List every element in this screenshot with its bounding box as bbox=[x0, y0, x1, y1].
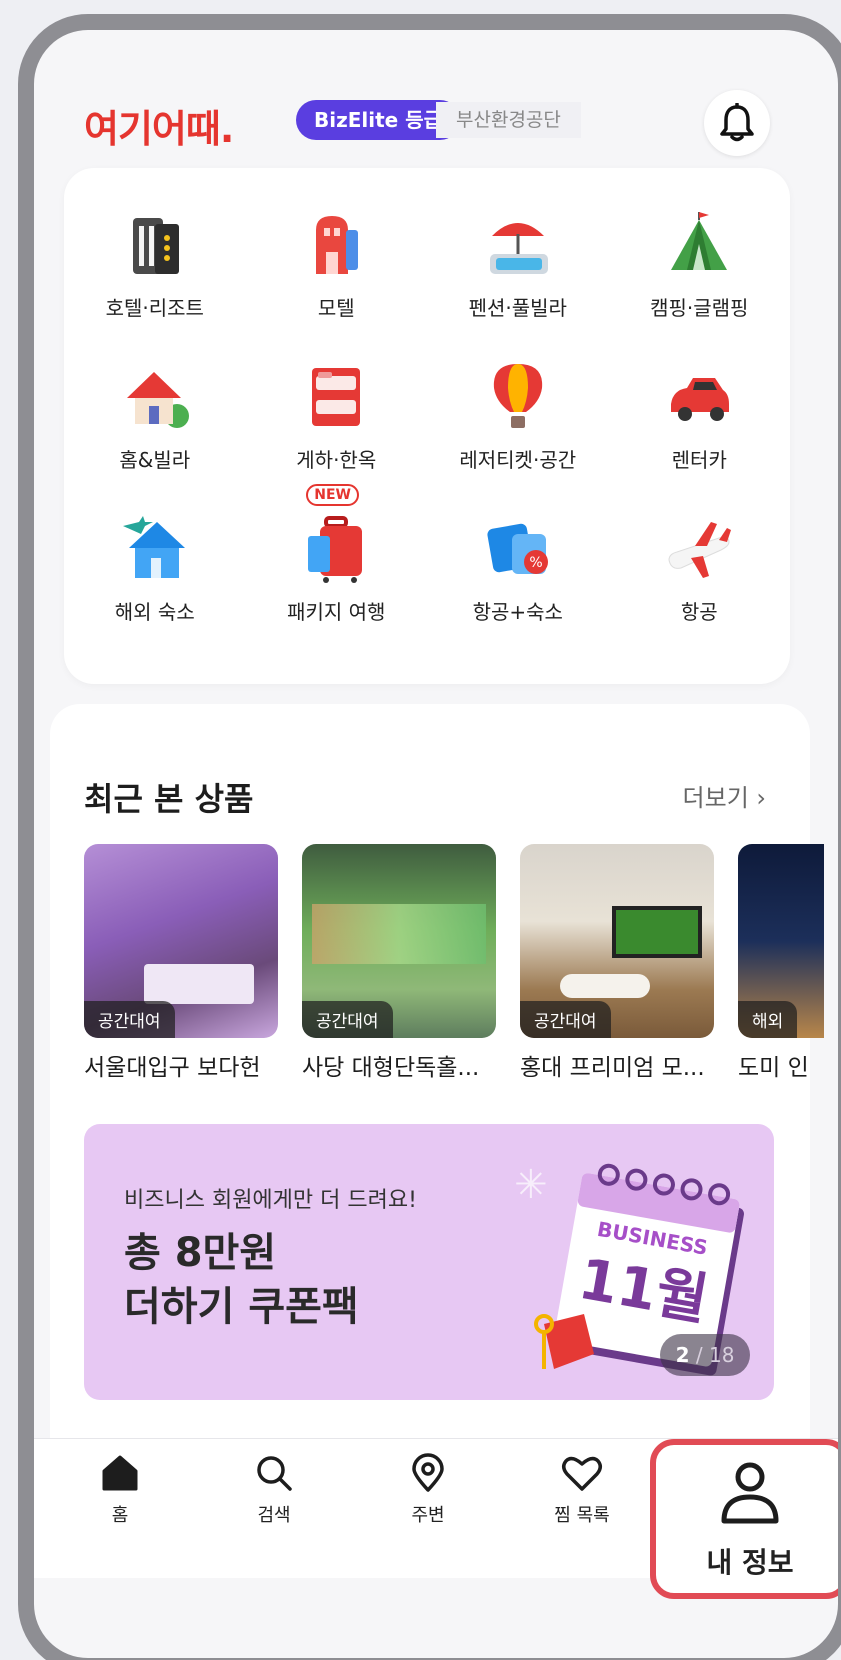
notification-button[interactable] bbox=[704, 90, 770, 156]
overseas-stay-icon bbox=[122, 516, 185, 578]
app-logo[interactable]: 여기어때. bbox=[84, 98, 234, 153]
category-label: 해외 숙소 bbox=[114, 600, 195, 624]
app-screen: 여기어때. BizElite 등급 부산환경공단 호텔·리조트 모텔 펜션·풀빌… bbox=[34, 30, 838, 1658]
category-home-villa[interactable]: 홈&빌라 bbox=[64, 360, 246, 476]
nav-search[interactable]: 검색 bbox=[214, 1453, 334, 1527]
category-flight[interactable]: 항공 bbox=[609, 512, 791, 628]
bunkbed-icon bbox=[312, 368, 361, 426]
category-label: 패키지 여행 bbox=[287, 600, 386, 624]
person-icon bbox=[721, 1462, 779, 1524]
recent-item[interactable]: 해외 도미 인 bbox=[738, 844, 824, 1082]
category-grid: 호텔·리조트 모텔 펜션·풀빌라 캠핑·글램핑 홈&빌라 게하·한옥 레저티켓·… bbox=[64, 208, 790, 628]
category-pension-poolvilla[interactable]: 펜션·풀빌라 bbox=[427, 208, 609, 324]
category-label: 호텔·리조트 bbox=[105, 296, 204, 320]
recent-item-name: 사당 대형단독홀... bbox=[302, 1055, 480, 1081]
category-card: 호텔·리조트 모텔 펜션·풀빌라 캠핑·글램핑 홈&빌라 게하·한옥 레저티켓·… bbox=[64, 168, 790, 684]
airplane-icon bbox=[668, 522, 732, 578]
phone-frame: 여기어때. BizElite 등급 부산환경공단 호텔·리조트 모텔 펜션·풀빌… bbox=[18, 14, 841, 1660]
category-label: 홈&빌라 bbox=[119, 448, 191, 472]
section-title: 최근 본 상품 bbox=[84, 780, 254, 818]
house-icon bbox=[126, 372, 189, 428]
category-label: 렌터카 bbox=[671, 448, 727, 472]
banner-pager: 2 / 18 bbox=[660, 1334, 750, 1376]
tent-icon bbox=[671, 212, 728, 270]
category-camping-glamping[interactable]: 캠핑·글램핑 bbox=[609, 208, 791, 324]
pager-separator: / bbox=[695, 1343, 709, 1367]
motel-icon bbox=[316, 216, 359, 274]
car-icon bbox=[671, 378, 730, 421]
company-name: 부산환경공단 bbox=[436, 102, 581, 138]
nav-label: 홈 bbox=[111, 1505, 129, 1526]
search-icon bbox=[257, 1456, 292, 1491]
banner-subtitle: 비즈니스 회원에게만 더 드려요! bbox=[124, 1188, 417, 1213]
recent-item-image: 해외 bbox=[738, 844, 824, 1038]
category-badge: 공간대여 bbox=[520, 1001, 611, 1038]
nav-nearby[interactable]: 주변 bbox=[368, 1453, 488, 1527]
category-label: 캠핑·글램핑 bbox=[650, 296, 749, 320]
category-flight-hotel[interactable]: % 항공+숙소 bbox=[427, 512, 609, 628]
svg-text:%: % bbox=[529, 555, 542, 571]
category-label: 게하·한옥 bbox=[296, 448, 377, 472]
package-icon-wrap: NEW bbox=[300, 484, 372, 584]
recent-item-image: 공간대여 bbox=[84, 844, 278, 1038]
nav-label: 내 정보 bbox=[706, 1546, 794, 1579]
category-guesthouse-hanok[interactable]: 게하·한옥 bbox=[246, 360, 428, 476]
category-overseas-stay[interactable]: 해외 숙소 bbox=[64, 512, 246, 628]
location-pin-icon bbox=[412, 1453, 444, 1492]
recent-item[interactable]: 공간대여 서울대입구 보다헌 bbox=[84, 844, 278, 1082]
recent-section: 최근 본 상품 더보기 › 공간대여 서울대입구 보다헌 공간대여 사당 대형단… bbox=[50, 704, 824, 1464]
category-rentcar[interactable]: 렌터카 bbox=[609, 360, 791, 476]
category-package-tour[interactable]: NEW 패키지 여행 bbox=[246, 484, 428, 628]
svg-text:✳: ✳ bbox=[514, 1162, 548, 1208]
pager-current: 2 bbox=[675, 1343, 690, 1367]
recent-item-image: 공간대여 bbox=[520, 844, 714, 1038]
nav-wishlist[interactable]: 찜 목록 bbox=[522, 1453, 642, 1527]
pool-villa-icon bbox=[489, 223, 548, 274]
nav-home[interactable]: 홈 bbox=[60, 1453, 180, 1527]
category-hotel-resort[interactable]: 호텔·리조트 bbox=[64, 208, 246, 324]
recent-item-image: 공간대여 bbox=[302, 844, 496, 1038]
nav-label: 찜 목록 bbox=[554, 1505, 610, 1526]
category-badge: 공간대여 bbox=[84, 1001, 175, 1038]
more-link[interactable]: 더보기 › bbox=[683, 778, 766, 813]
recent-thumbnails[interactable]: 공간대여 서울대입구 보다헌 공간대여 사당 대형단독홀... 공간대여 홍대 … bbox=[84, 844, 824, 1082]
app-header: 여기어때. BizElite 등급 부산환경공단 bbox=[34, 70, 838, 160]
category-label: 항공+숙소 bbox=[472, 600, 563, 624]
luggage-icon bbox=[308, 516, 363, 583]
recent-item[interactable]: 공간대여 홍대 프리미엄 모... bbox=[520, 844, 714, 1082]
nav-label: 주변 bbox=[411, 1505, 445, 1526]
promo-banner[interactable]: 비즈니스 회원에게만 더 드려요! 총 8만원 더하기 쿠폰팩 ✳ BUSINE… bbox=[84, 1124, 774, 1400]
pager-total: 18 bbox=[708, 1343, 735, 1367]
category-label: 항공 bbox=[680, 600, 718, 624]
category-motel[interactable]: 모텔 bbox=[246, 208, 428, 324]
nav-my-info[interactable]: 내 정보 bbox=[650, 1439, 838, 1599]
recent-item-name: 홍대 프리미엄 모... bbox=[520, 1055, 705, 1081]
bell-icon bbox=[720, 103, 754, 142]
balloon-icon bbox=[493, 364, 542, 428]
nav-label: 검색 bbox=[257, 1505, 291, 1526]
banner-title: 총 8만원 더하기 쿠폰팩 bbox=[124, 1230, 359, 1330]
category-label: 펜션·풀빌라 bbox=[468, 296, 567, 320]
category-badge: 해외 bbox=[738, 1001, 798, 1038]
recent-item-name: 도미 인 bbox=[738, 1055, 809, 1081]
category-leisure-ticket[interactable]: 레저티켓·공간 bbox=[427, 360, 609, 476]
home-icon bbox=[102, 1455, 138, 1491]
bottom-nav: 홈 검색 주변 찜 목록 내 정보 bbox=[34, 1438, 838, 1599]
ticket-icon: % bbox=[487, 523, 548, 574]
recent-item-name: 서울대입구 보다헌 bbox=[84, 1055, 261, 1081]
new-tag: NEW bbox=[306, 484, 359, 506]
heart-icon bbox=[562, 1456, 602, 1491]
recent-item[interactable]: 공간대여 사당 대형단독홀... bbox=[302, 844, 496, 1082]
category-badge: 공간대여 bbox=[302, 1001, 393, 1038]
category-label: 모텔 bbox=[317, 296, 355, 320]
hotel-icon bbox=[132, 218, 179, 274]
category-label: 레저티켓·공간 bbox=[459, 448, 577, 472]
